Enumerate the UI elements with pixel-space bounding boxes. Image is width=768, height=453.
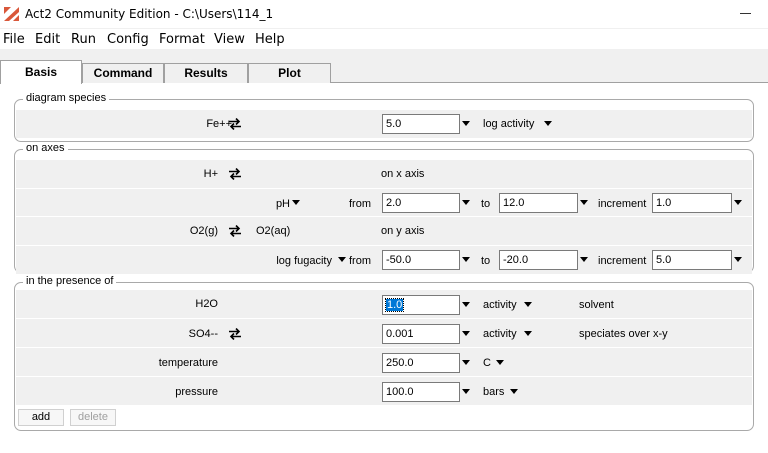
- chevron-down-icon[interactable]: [462, 302, 470, 307]
- chevron-down-icon[interactable]: [580, 200, 588, 205]
- chevron-down-icon[interactable]: [462, 389, 470, 394]
- y-axis-note: on y axis: [381, 225, 425, 237]
- y-axis-range-row: log fugacity from -50.0 to -20.0 increme…: [16, 245, 752, 274]
- tab-command[interactable]: Command: [82, 63, 164, 83]
- tab-basis[interactable]: Basis: [0, 60, 82, 84]
- y-axis-alt-species: O2(aq): [256, 225, 291, 237]
- presence-name: H2O: [195, 298, 218, 310]
- chevron-down-icon[interactable]: [292, 200, 300, 205]
- presence-row-pressure: pressure 100.0 bars: [16, 376, 752, 405]
- menu-edit[interactable]: Edit: [35, 32, 60, 47]
- y-from-field[interactable]: -50.0: [382, 250, 460, 270]
- chevron-down-icon[interactable]: [734, 257, 742, 262]
- chevron-down-icon[interactable]: [510, 389, 518, 394]
- menu-help[interactable]: Help: [255, 32, 285, 47]
- menu-bar: File Edit Run Config Format View Help: [0, 29, 768, 49]
- x-axis-variable[interactable]: pH: [216, 198, 290, 210]
- chevron-down-icon[interactable]: [338, 257, 346, 262]
- menu-file[interactable]: File: [3, 32, 25, 47]
- presence-unit[interactable]: activity: [483, 299, 517, 311]
- x-from-label: from: [349, 198, 371, 210]
- presence-unit[interactable]: bars: [483, 386, 504, 398]
- y-to-field[interactable]: -20.0: [499, 250, 578, 270]
- h2o-value-field[interactable]: 1.0: [382, 295, 460, 315]
- y-axis-variable[interactable]: log fugacity: [236, 255, 332, 267]
- diagram-species-value-field[interactable]: 5.0: [382, 114, 460, 134]
- menu-run[interactable]: Run: [71, 32, 96, 47]
- y-axis-species-row: O2(g) O2(aq) on y axis: [16, 216, 752, 245]
- presence-note: speciates over x-y: [579, 328, 668, 340]
- chevron-down-icon[interactable]: [544, 121, 552, 126]
- diagram-species-group: diagram species Fe++ 5.0 log activity: [14, 92, 754, 142]
- basis-panel: diagram species Fe++ 5.0 log activity on…: [0, 83, 768, 453]
- title-bar: Act2 Community Edition - C:\Users\114_1: [0, 0, 768, 28]
- tab-plot[interactable]: Plot: [248, 63, 331, 83]
- chevron-down-icon[interactable]: [462, 257, 470, 262]
- chevron-down-icon[interactable]: [462, 360, 470, 365]
- presence-name: temperature: [158, 357, 218, 369]
- diagram-species-title: diagram species: [23, 92, 110, 104]
- pressure-value-field[interactable]: 100.0: [382, 382, 460, 402]
- delete-button[interactable]: delete: [70, 409, 116, 426]
- chevron-down-icon[interactable]: [580, 257, 588, 262]
- diagram-species-name: Fe++: [206, 118, 232, 130]
- x-axis-species: H+: [203, 168, 218, 180]
- y-increment-field[interactable]: 5.0: [652, 250, 732, 270]
- y-axis-species: O2(g): [189, 225, 218, 237]
- minimize-button[interactable]: [738, 5, 754, 21]
- y-to-label: to: [481, 255, 491, 267]
- chevron-down-icon[interactable]: [462, 121, 470, 126]
- diagram-species-unit[interactable]: log activity: [483, 118, 534, 130]
- y-from-label: from: [349, 255, 371, 267]
- act2-logo-icon: [4, 7, 19, 21]
- y-increment-label: increment: [598, 255, 647, 267]
- x-axis-species-row: H+ on x axis: [16, 159, 752, 188]
- on-axes-title: on axes: [23, 142, 68, 154]
- presence-note: solvent: [579, 299, 614, 311]
- menu-format[interactable]: Format: [159, 32, 205, 47]
- window-title: Act2 Community Edition - C:\Users\114_1: [25, 7, 274, 21]
- so4-value-field[interactable]: 0.001: [382, 324, 460, 344]
- tab-results[interactable]: Results: [164, 63, 248, 83]
- presence-unit[interactable]: C: [483, 357, 491, 369]
- x-increment-label: increment: [598, 198, 647, 210]
- chevron-down-icon[interactable]: [462, 200, 470, 205]
- presence-row-h2o: H2O 1.0 activity solvent: [16, 289, 752, 318]
- x-increment-field[interactable]: 1.0: [652, 193, 732, 213]
- x-to-field[interactable]: 12.0: [499, 193, 578, 213]
- temperature-value-field[interactable]: 250.0: [382, 353, 460, 373]
- chevron-down-icon[interactable]: [496, 360, 504, 365]
- swap-icon[interactable]: [228, 118, 242, 130]
- swap-icon[interactable]: [228, 225, 242, 237]
- x-axis-note: on x axis: [381, 168, 425, 180]
- chevron-down-icon[interactable]: [462, 331, 470, 336]
- menu-config[interactable]: Config: [107, 32, 149, 47]
- swap-icon[interactable]: [228, 328, 242, 340]
- presence-unit[interactable]: activity: [483, 328, 517, 340]
- on-axes-group: on axes H+ on x axis pH from 2.0 to 12.0…: [14, 142, 754, 274]
- chevron-down-icon[interactable]: [734, 200, 742, 205]
- chevron-down-icon[interactable]: [524, 302, 532, 307]
- chevron-down-icon[interactable]: [524, 331, 532, 336]
- x-from-field[interactable]: 2.0: [382, 193, 460, 213]
- add-button[interactable]: add: [18, 409, 64, 426]
- presence-title: in the presence of: [23, 275, 117, 287]
- presence-name: SO4--: [188, 328, 218, 340]
- x-axis-range-row: pH from 2.0 to 12.0 increment 1.0: [16, 188, 752, 217]
- presence-name: pressure: [175, 386, 218, 398]
- x-to-label: to: [481, 198, 491, 210]
- menu-view[interactable]: View: [214, 32, 245, 47]
- presence-row-temperature: temperature 250.0 C: [16, 347, 752, 376]
- presence-group: in the presence of H2O 1.0 activity solv…: [14, 275, 754, 431]
- diagram-species-row: Fe++ 5.0 log activity: [16, 109, 752, 138]
- presence-row-so4: SO4-- 0.001 activity speciates over x-y: [16, 318, 752, 347]
- swap-icon[interactable]: [228, 168, 242, 180]
